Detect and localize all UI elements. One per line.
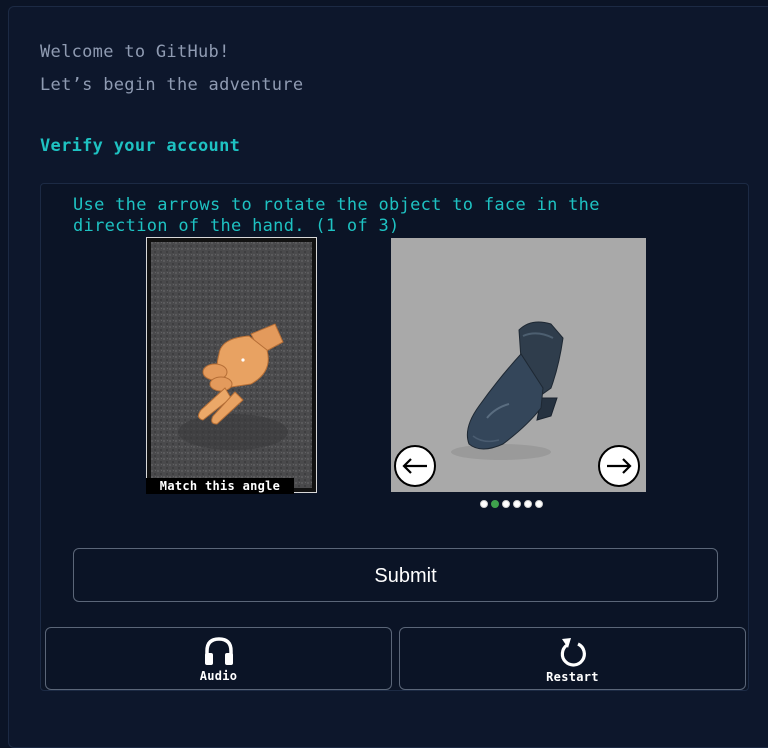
headphones-icon xyxy=(204,637,233,665)
reference-image-frame xyxy=(146,237,317,493)
audio-button[interactable]: Audio xyxy=(45,627,392,690)
position-dot xyxy=(502,500,510,508)
audio-label: Audio xyxy=(199,669,238,683)
reference-image xyxy=(151,242,312,488)
position-dot xyxy=(524,500,532,508)
arrow-left-icon xyxy=(402,458,427,474)
subtitle-text: Let’s begin the adventure xyxy=(40,75,304,95)
welcome-text: Welcome to GitHub! xyxy=(40,42,230,62)
page: Welcome to GitHub! Let’s begin the adven… xyxy=(0,0,768,748)
challenge-instructions: Use the arrows to rotate the object to f… xyxy=(73,195,600,236)
submit-button[interactable]: Submit xyxy=(73,548,718,602)
position-dot xyxy=(535,500,543,508)
position-dot xyxy=(480,500,488,508)
arrow-right-icon xyxy=(607,458,632,474)
restart-icon xyxy=(560,638,586,667)
restart-label: Restart xyxy=(546,670,599,684)
pointing-hand-icon xyxy=(151,242,312,488)
position-dot xyxy=(513,500,521,508)
rotate-left-button[interactable] xyxy=(394,445,436,487)
verify-heading: Verify your account xyxy=(40,136,241,156)
reference-caption: Match this angle xyxy=(146,478,294,494)
restart-button[interactable]: Restart xyxy=(399,627,746,690)
position-indicator xyxy=(480,500,543,508)
position-dot xyxy=(491,500,499,508)
rotate-right-button[interactable] xyxy=(598,445,640,487)
